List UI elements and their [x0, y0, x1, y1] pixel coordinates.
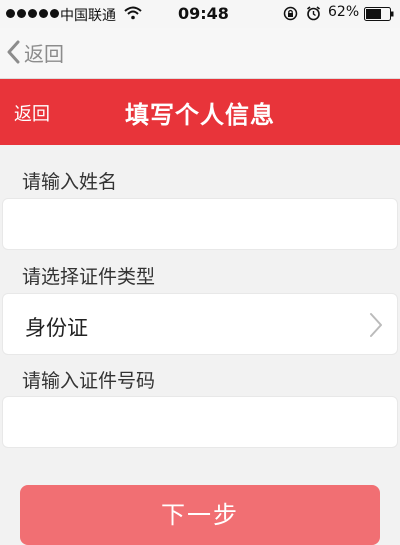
carrier-name: 中国联通 — [60, 8, 116, 24]
top-back-button[interactable]: 返回 — [6, 37, 64, 67]
status-time: 09:48 — [178, 4, 229, 23]
name-input[interactable] — [3, 199, 397, 249]
id-number-input[interactable] — [3, 397, 397, 447]
battery-icon — [364, 7, 394, 21]
id-number-field[interactable] — [2, 396, 398, 448]
rotation-lock-icon — [283, 6, 298, 21]
id-type-select[interactable]: 身份证 — [2, 293, 398, 355]
chevron-left-icon — [7, 40, 20, 64]
name-label: 请输入姓名 — [22, 171, 118, 193]
battery-percentage: 62% — [328, 4, 360, 20]
page-header: 返回 填写个人信息 — [0, 79, 400, 145]
top-back-label: 返回 — [24, 41, 64, 66]
wifi-icon — [124, 6, 142, 20]
id-type-label: 请选择证件类型 — [22, 266, 156, 288]
chevron-right-icon — [370, 313, 382, 337]
alarm-icon — [307, 6, 320, 21]
name-field[interactable] — [2, 198, 398, 250]
page-title: 填写个人信息 — [125, 101, 275, 129]
id-number-label: 请输入证件号码 — [22, 370, 156, 392]
top-navigation-bar: 返回 — [0, 28, 400, 79]
signal-dots-icon — [6, 9, 59, 18]
status-bar: 中国联通 09:48 62% — [0, 0, 400, 28]
next-step-button[interactable]: 下一步 — [20, 485, 380, 545]
id-type-value: 身份证 — [25, 316, 88, 340]
